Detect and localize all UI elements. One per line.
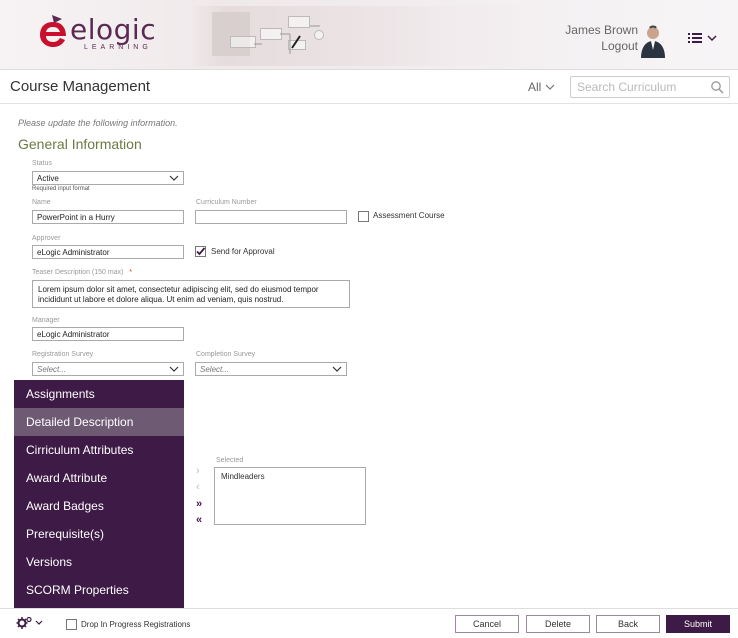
move-all-right-icon[interactable]: »	[196, 499, 202, 510]
user-name: James Brown	[565, 23, 638, 37]
status-hint: Required input format	[32, 186, 90, 192]
chevron-down-icon	[545, 84, 555, 90]
completion-survey-placeholder: Select...	[200, 365, 229, 374]
logo-wordmark: elogic	[70, 13, 157, 46]
move-right-icon[interactable]: ›	[196, 466, 200, 477]
menu-item-scorm-properties[interactable]: SCORM Properties	[14, 576, 184, 604]
menu-item-versions[interactable]: Versions	[14, 548, 184, 576]
cancel-button[interactable]: Cancel	[455, 615, 519, 633]
search-icon[interactable]	[710, 80, 724, 94]
search-box	[570, 76, 730, 98]
name-field[interactable]: PowerPoint in a Hurry	[32, 210, 184, 224]
logo-subtitle: LEARNING	[84, 44, 152, 51]
settings-menu-button[interactable]	[16, 616, 43, 630]
status-select[interactable]: Active	[32, 171, 184, 185]
chevron-down-icon	[169, 366, 179, 372]
menu-item-detailed-description[interactable]: Detailed Description	[14, 408, 184, 436]
assessment-course-checkbox[interactable]	[358, 211, 369, 222]
name-label: Name	[32, 199, 51, 206]
manager-label: Manager	[32, 317, 60, 324]
selected-label: Selected	[216, 457, 244, 464]
registration-survey-label: Registration Survey	[32, 351, 94, 358]
chevron-down-icon	[332, 366, 342, 372]
section-nav-menu: Assignments Detailed Description Cirricu…	[14, 380, 184, 608]
app-header: elogic LEARNING James Brown Logout	[0, 0, 738, 70]
send-for-approval-checkbox[interactable]	[195, 246, 206, 257]
required-mark: *	[129, 269, 133, 276]
registration-survey-placeholder: Select...	[37, 365, 66, 374]
curriculum-number-field[interactable]	[195, 210, 347, 224]
list-icon	[688, 33, 702, 43]
completion-survey-label: Completion Survey	[196, 351, 256, 358]
submit-button[interactable]: Submit	[666, 615, 730, 633]
title-bar: Course Management All	[0, 70, 738, 104]
user-info: James Brown Logout	[565, 22, 638, 54]
status-value: Active	[37, 174, 59, 183]
form-instructions: Please update the following information.	[18, 118, 178, 128]
menu-item-prerequisites[interactable]: Prerequisite(s)	[14, 520, 184, 548]
user-avatar[interactable]	[638, 24, 668, 58]
move-left-icon[interactable]: ‹	[196, 482, 200, 493]
chevron-down-icon	[169, 175, 179, 181]
selected-listbox[interactable]: Mindleaders	[214, 467, 366, 525]
menu-item-assignments[interactable]: Assignments	[14, 380, 184, 408]
section-title-general: General Information	[18, 136, 142, 152]
send-for-approval-label: Send for Approval	[211, 247, 275, 256]
approver-field[interactable]: eLogic Administrator	[32, 245, 184, 259]
curriculum-number-label: Curriculum Number	[196, 199, 257, 206]
completion-survey-select[interactable]: Select...	[195, 362, 347, 376]
action-footer: Drop In Progress Registrations Cancel De…	[0, 608, 738, 638]
drop-in-progress-label: Drop In Progress Registrations	[81, 620, 191, 629]
gear-icon	[16, 616, 32, 629]
checkmark-icon	[196, 247, 206, 256]
teaser-description-textarea[interactable]: Lorem ipsum dolor sit amet, consectetur …	[32, 280, 350, 308]
manager-field[interactable]: eLogic Administrator	[32, 327, 184, 341]
logout-link[interactable]: Logout	[565, 38, 638, 54]
status-label: Status	[32, 160, 52, 167]
menu-item-award-badges[interactable]: Award Badges	[14, 492, 184, 520]
drop-in-progress-checkbox[interactable]	[66, 619, 77, 630]
menu-item-curriculum-attributes[interactable]: Cirriculum Attributes	[14, 436, 184, 464]
teaser-description-label: Teaser Description (150 max) *	[32, 269, 133, 276]
move-all-left-icon[interactable]: «	[196, 515, 202, 526]
search-scope-value: All	[528, 80, 542, 94]
chevron-down-icon	[707, 35, 717, 42]
assessment-course-label: Assessment Course	[373, 211, 445, 220]
menu-item-award-attribute[interactable]: Award Attribute	[14, 464, 184, 492]
header-banner-image	[190, 6, 530, 66]
back-button[interactable]: Back	[596, 615, 660, 633]
chevron-down-icon	[35, 620, 43, 625]
registration-survey-select[interactable]: Select...	[32, 362, 184, 376]
approver-label: Approver	[32, 235, 61, 242]
delete-button[interactable]: Delete	[526, 615, 590, 633]
search-scope-select[interactable]: All	[528, 80, 555, 94]
page-title: Course Management	[10, 78, 151, 95]
logo-e-mark-icon	[38, 14, 68, 47]
main-menu-button[interactable]	[688, 28, 724, 48]
list-item[interactable]: Mindleaders	[221, 472, 359, 481]
elogic-logo[interactable]: elogic LEARNING	[38, 14, 156, 54]
search-input[interactable]	[577, 77, 707, 97]
